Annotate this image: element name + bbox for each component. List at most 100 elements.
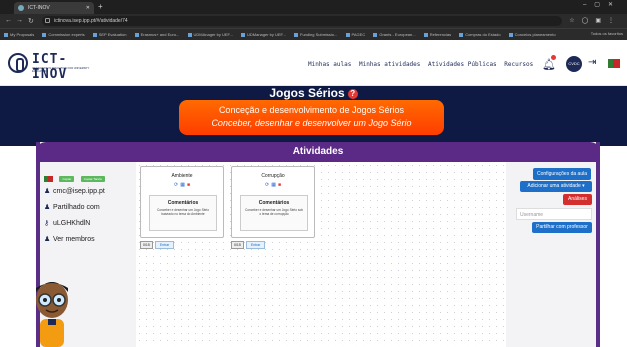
- bookmark-icon: [345, 32, 350, 37]
- portugal-flag-icon[interactable]: [608, 59, 620, 68]
- bookmark[interactable]: Grants - European...: [373, 32, 416, 37]
- subtitle-box: Conceção e desenvolvimento de Jogos Séri…: [179, 100, 444, 135]
- mascot-character: [36, 282, 68, 347]
- page-title: Jogos Sérios: [269, 86, 345, 100]
- help-icon[interactable]: ?: [347, 89, 358, 99]
- comments-text: Conceber e desenhar um Jogo Sério sob o …: [244, 208, 304, 216]
- owner-email: cmc@isep.ipp.pt: [53, 188, 105, 195]
- portugal-flag-icon: [44, 175, 53, 182]
- bookmark[interactable]: UDManager by UEF...: [240, 32, 286, 37]
- access-code-row: ⚷ uLGHKhdlN: [44, 219, 134, 227]
- chevron-down-icon: ▾: [582, 183, 585, 189]
- logout-icon[interactable]: ⇥: [588, 57, 596, 68]
- bookmarks-bar: My Proposals Commission experts SEP Eval…: [0, 28, 627, 40]
- participants-count: 0/15: [231, 241, 244, 249]
- bookmark-icon: [4, 32, 8, 37]
- view-members-link[interactable]: Ver membros: [53, 236, 95, 243]
- user-avatar[interactable]: CVDC: [566, 56, 582, 72]
- access-code: uLGHKhdlN: [53, 220, 91, 227]
- browser-toolbar-icons[interactable]: ☆◯▣⋮: [569, 17, 621, 24]
- comments-text: Conceber e desenhar um Jogo Sério basead…: [156, 208, 210, 216]
- subtitle: Conceção e desenvolvimento de Jogos Séri…: [218, 105, 405, 115]
- bookmark[interactable]: Referencias: [423, 32, 451, 37]
- grid-icon[interactable]: ▦: [180, 182, 185, 188]
- class-settings-button[interactable]: Configurações da aula: [533, 168, 591, 180]
- activity-card[interactable]: Ambiente ⟳ ▦ ■ Comentários Conceber e dese…: [140, 166, 224, 238]
- site-info-icon[interactable]: [45, 18, 50, 23]
- new-tab-icon[interactable]: +: [98, 2, 103, 11]
- bookmark[interactable]: Concelos planeamento: [508, 32, 556, 37]
- tagline: Conceber, desenhar e desenvolver um Jogo…: [211, 118, 412, 128]
- username-input[interactable]: Username: [516, 208, 592, 220]
- add-activity-label: Adicionar uma atividade: [527, 183, 581, 189]
- enter-button[interactable]: Entrar: [245, 241, 266, 249]
- class-info: Copiar Copiar Tarefa ♟ cmc@isep.ipp.pt ♟ P…: [44, 170, 134, 251]
- shared-label: Partilhado com: [53, 204, 100, 211]
- card-footer: 0/15 Entrar: [140, 241, 175, 249]
- bookmark[interactable]: PAGEC: [345, 32, 365, 37]
- refresh-icon[interactable]: ⟳: [174, 182, 178, 188]
- bookmark-icon: [508, 32, 513, 37]
- bookmark-icon: [294, 32, 299, 37]
- bookmark[interactable]: Compras do Estado: [459, 32, 501, 37]
- refresh-icon[interactable]: ⟳: [265, 182, 269, 188]
- nav-my-classes[interactable]: Minhas aulas: [308, 61, 351, 68]
- nav-public-activities[interactable]: Atividades Públicas: [428, 61, 497, 68]
- comments-box: Comentários Conceber e desenhar um Jogo …: [149, 195, 217, 231]
- tab-close-icon[interactable]: ✕: [86, 5, 90, 11]
- logo-bulb-icon: [8, 53, 28, 73]
- bookmark-icon: [134, 32, 139, 37]
- key-icon: ⚷: [44, 220, 50, 227]
- activity-card[interactable]: Corrupção ⟳ ▦ ■ Comentários Conceber e des…: [231, 166, 315, 238]
- comments-box: Comentários Conceber e desenhar um Jogo …: [240, 195, 308, 231]
- card-actions: ⟳ ▦ ■: [232, 182, 314, 188]
- bookmark[interactable]: Erasmus+ and Euro...: [134, 32, 179, 37]
- users-icon: ♟: [44, 236, 51, 243]
- user-icon: ♟: [44, 188, 51, 195]
- bookmark[interactable]: Funding Submissio...: [294, 32, 337, 37]
- participants-count: 0/15: [140, 241, 153, 249]
- all-bookmarks-link[interactable]: Todos os favoritos: [591, 31, 623, 36]
- users-icon: ♟: [44, 204, 51, 211]
- analysis-button[interactable]: Análises: [563, 194, 592, 205]
- url-field[interactable]: ictinova.isep.ipp.pt/#/atividade/74: [42, 16, 562, 26]
- bookmark[interactable]: Commission experts: [42, 32, 85, 37]
- tab-favicon-icon: [18, 5, 24, 11]
- page-title-row: Jogos Sérios?: [0, 86, 627, 100]
- enter-button[interactable]: Entrar: [154, 241, 175, 249]
- bookmark[interactable]: My Proposals: [4, 32, 34, 37]
- shared-row: ♟ Partilhado com: [44, 203, 134, 211]
- bookmark-icon: [459, 32, 464, 37]
- class-flag-row: Copiar Copiar Tarefa: [44, 170, 134, 182]
- back-icon[interactable]: ←: [5, 17, 12, 24]
- site-logo[interactable]: ICT-INOV INNOVATION IN EDUCATION FOR UNI…: [8, 52, 98, 82]
- browser-tab[interactable]: ICT-INOV ✕: [14, 2, 94, 14]
- owner-email-row: ♟ cmc@isep.ipp.pt: [44, 187, 134, 195]
- logo-tagline: INNOVATION IN EDUCATION FOR UNIVERSITY E…: [32, 67, 90, 73]
- copy-task-button[interactable]: Copiar Tarefa: [80, 175, 105, 182]
- share-with-teacher-button[interactable]: Partilhar com professor: [532, 222, 592, 233]
- activity-title: Corrupção: [261, 173, 285, 179]
- bookmark[interactable]: SEP Evaluation: [92, 32, 126, 37]
- forward-icon[interactable]: →: [16, 17, 23, 24]
- notification-badge: [551, 55, 556, 60]
- delete-icon[interactable]: ■: [278, 182, 281, 188]
- main-nav: Minhas aulas Minhas atividades Atividade…: [308, 61, 537, 68]
- nav-resources[interactable]: Recursos: [504, 61, 533, 68]
- bookmark[interactable]: UDMAnager by UEF...: [187, 32, 233, 37]
- window-controls[interactable]: –▢✕: [583, 1, 621, 8]
- members-row[interactable]: ♟ Ver membros: [44, 235, 134, 243]
- activity-title: Ambiente: [171, 173, 193, 179]
- card-footer: 0/15 Entrar: [231, 241, 266, 249]
- reload-icon[interactable]: ↻: [28, 17, 34, 25]
- bookmark-icon: [187, 32, 192, 37]
- delete-icon[interactable]: ■: [187, 182, 190, 188]
- bookmark-icon: [423, 32, 428, 37]
- add-activity-button[interactable]: Adicionar uma atividade ▾: [520, 181, 592, 192]
- copy-button[interactable]: Copiar: [59, 175, 75, 182]
- tab-title: ICT-INOV: [28, 5, 50, 11]
- nav-my-activities[interactable]: Minhas atividades: [359, 61, 420, 68]
- grid-icon[interactable]: ▦: [271, 182, 276, 188]
- card-actions: ⟳ ▦ ■: [141, 182, 223, 188]
- bookmark-icon: [42, 32, 47, 37]
